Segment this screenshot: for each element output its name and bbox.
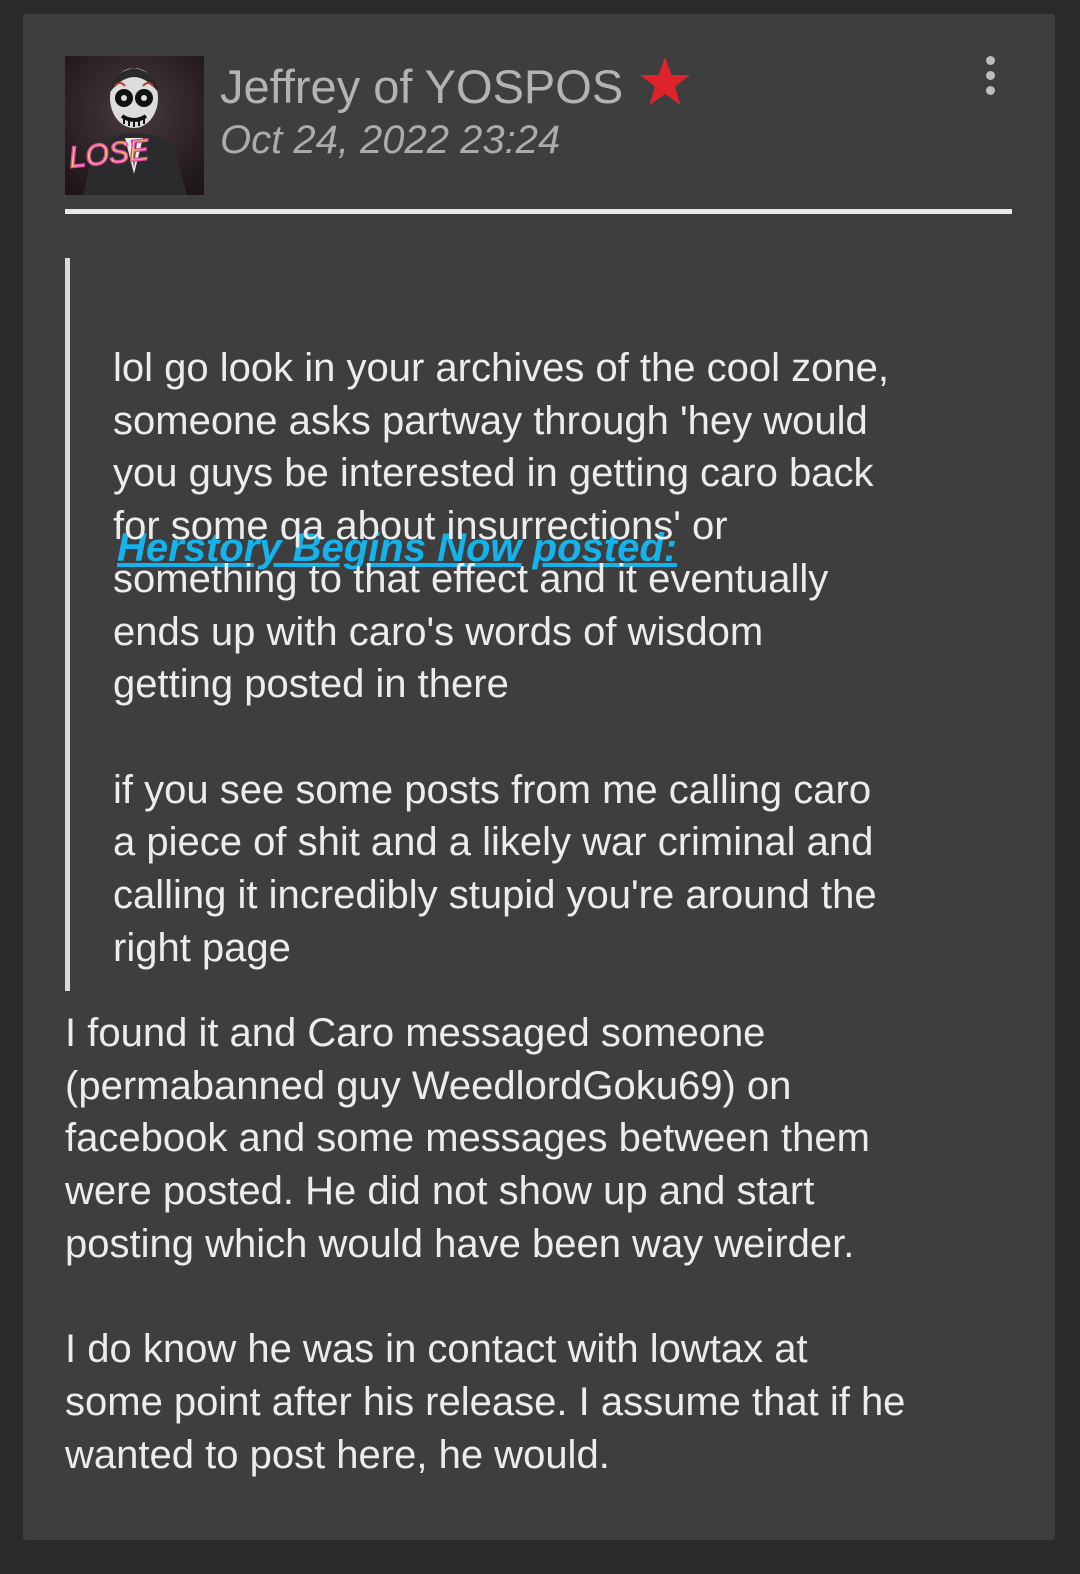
avatar-image: LOSE (65, 56, 204, 195)
post-timestamp: Oct 24, 2022 23:24 (220, 118, 561, 162)
quote-line: right page (113, 925, 291, 970)
quote-line: lol go look in your archives of the cool… (113, 346, 889, 390)
quote-line: ends up with caro's words of wisdom (113, 609, 764, 654)
vertical-dots-icon (986, 56, 995, 65)
body-line: (permabanned guy WeedlordGoku69) on (65, 1063, 792, 1108)
post-body: I found it and Caro messaged someone (pe… (65, 1007, 1025, 1481)
menu-dot (986, 86, 995, 95)
quote-line: someone asks partway through 'hey would (113, 398, 868, 443)
menu-dot (986, 71, 995, 80)
quote-line: calling it incredibly stupid you're arou… (113, 873, 877, 918)
quote-line: a piece of shit and a likely war crimina… (113, 820, 874, 865)
quote-line: something to that effect and it eventual… (113, 556, 829, 601)
body-line: posting which would have been way weirde… (65, 1221, 855, 1266)
body-line: some point after his release. I assume t… (65, 1379, 906, 1424)
post-author-name[interactable]: Jeffrey of YOSPOS (220, 60, 623, 114)
body-line: I do know he was in contact with lowtax … (65, 1327, 808, 1372)
quote-line: you guys be interested in getting caro b… (113, 451, 874, 496)
body-line: wanted to post here, he would. (65, 1432, 610, 1477)
post-card: LOSE Jeffrey of YOSPOS Oct 24, 2022 23:2… (23, 14, 1055, 1540)
more-options-button[interactable] (975, 54, 1005, 98)
quote-line: if you see some posts from me calling ca… (113, 767, 872, 812)
quote-line: for some qa about insurrections' or (113, 504, 728, 549)
star-icon (640, 57, 690, 105)
body-line: I found it and Caro messaged someone (65, 1011, 766, 1055)
quote-line: getting posted in there (113, 662, 509, 707)
body-line: facebook and some messages between them (65, 1116, 870, 1161)
quote-text: lol go look in your archives of the cool… (113, 342, 1003, 974)
header-divider (65, 209, 1012, 214)
user-avatar[interactable]: LOSE (65, 56, 204, 195)
body-line: were posted. He did not show up and star… (65, 1169, 815, 1214)
